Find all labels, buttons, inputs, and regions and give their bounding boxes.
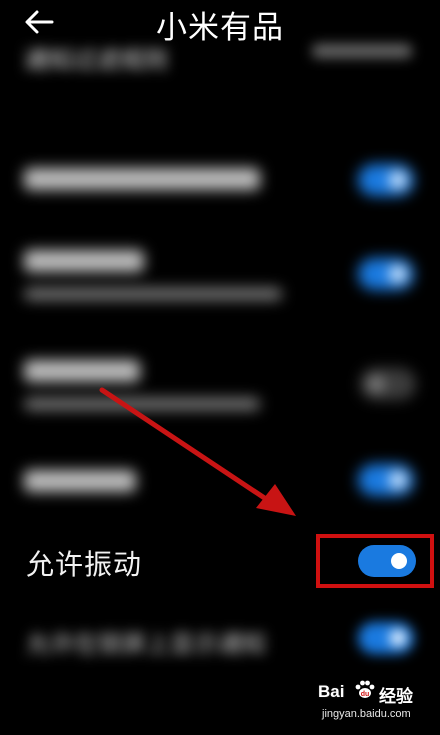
baidu-watermark: Bai du 经验 jingyan.baidu.com bbox=[318, 678, 430, 730]
settings-screen: 小米有品 通知过滤规则 允许振动 允许在锁屏上显示通知 Bai du 经验 ji… bbox=[0, 0, 440, 735]
blurred-label bbox=[24, 360, 140, 382]
blurred-label bbox=[24, 168, 260, 190]
blurred-label: 允许在锁屏上显示通知 bbox=[26, 630, 266, 658]
blurred-label bbox=[24, 470, 136, 492]
blurred-toggle[interactable] bbox=[358, 258, 414, 290]
blurred-label bbox=[24, 250, 144, 272]
watermark-url: jingyan.baidu.com bbox=[322, 708, 411, 720]
watermark-brand-left: Bai bbox=[318, 682, 345, 701]
section-title: 通知过滤规则 bbox=[24, 46, 168, 74]
svg-text:du: du bbox=[361, 691, 370, 698]
vibrate-label: 允许振动 bbox=[26, 548, 143, 581]
blurred-toggle[interactable] bbox=[360, 368, 416, 400]
blurred-toggle[interactable] bbox=[358, 464, 414, 496]
highlight-box bbox=[316, 534, 434, 588]
blurred-sublabel bbox=[24, 288, 282, 300]
paw-icon: du bbox=[355, 680, 375, 698]
blurred-sublabel bbox=[24, 398, 260, 410]
section-title-value bbox=[312, 44, 412, 58]
blurred-toggle[interactable] bbox=[358, 164, 414, 196]
blurred-toggle[interactable] bbox=[358, 622, 414, 654]
watermark-brand-right: 经验 bbox=[379, 687, 413, 707]
